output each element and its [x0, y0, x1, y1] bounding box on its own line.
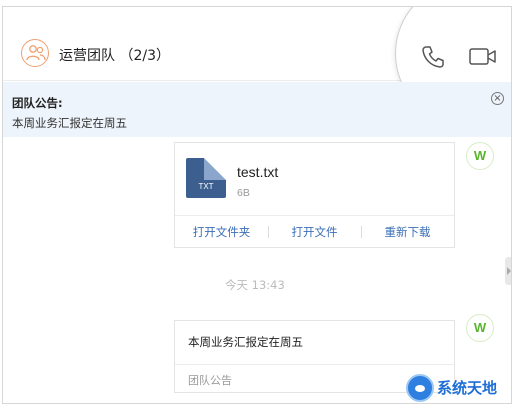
watermark: 系统天地 [404, 368, 518, 407]
side-panel-toggle[interactable] [505, 257, 511, 285]
file-name: test.txt [237, 164, 279, 180]
redownload-link[interactable]: 重新下载 [361, 224, 454, 240]
chat-title: 运营团队 （2/3） [59, 48, 170, 64]
avatar-letter: W [473, 320, 487, 335]
message-timestamp: 今天 13:43 [225, 278, 285, 292]
txt-file-icon: TXT [186, 158, 226, 198]
file-actions-bar: 打开文件夹 打开文件 重新下载 [175, 215, 454, 248]
close-circle-icon[interactable]: × [491, 92, 504, 105]
sender-avatar[interactable]: W [466, 314, 494, 342]
avatar-letter: W [473, 148, 487, 163]
file-message-card[interactable]: TXT test.txt 6B 打开文件夹 打开文件 重新下载 [174, 142, 455, 248]
watermark-text: 系统天地 [437, 379, 498, 397]
announcement-message-text: 本周业务汇报定在周五 [188, 335, 303, 349]
open-file-link[interactable]: 打开文件 [268, 224, 361, 240]
chat-window: 运营团队 （2/3） 团队公告: 本周业务汇报定在周五 × TXT test.t… [2, 6, 512, 404]
announcement-title: 团队公告: [12, 96, 63, 110]
announcement-text: 本周业务汇报定在周五 [12, 116, 127, 130]
watermark-logo-icon [406, 374, 434, 402]
file-size: 6B [237, 187, 250, 199]
phone-icon[interactable] [419, 43, 447, 71]
chat-header: 运营团队 （2/3） [3, 7, 511, 126]
file-fold-corner [204, 158, 226, 180]
open-folder-link[interactable]: 打开文件夹 [175, 224, 268, 240]
sender-avatar[interactable]: W [466, 142, 494, 170]
video-camera-icon[interactable] [468, 45, 498, 69]
file-type-label: TXT [198, 182, 214, 191]
team-avatar-icon[interactable] [21, 39, 49, 67]
team-announcement-bar: 团队公告: 本周业务汇报定在周五 × [3, 82, 511, 137]
announcement-card-label: 团队公告 [188, 374, 232, 387]
